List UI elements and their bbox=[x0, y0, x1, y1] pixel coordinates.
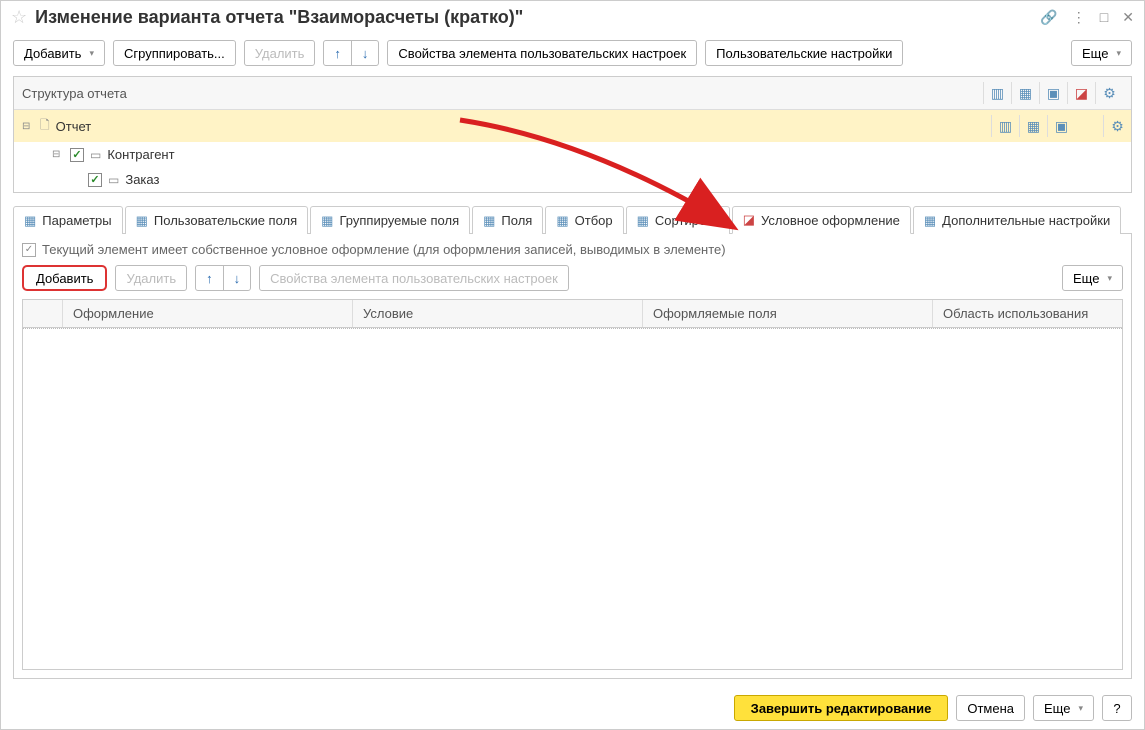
structure-tree: ⊟ 🗋 Отчет ▥ ▦ ▣ ◪ ⚙ ⊟ ✓ ▭ Контрагент bbox=[14, 110, 1131, 192]
table-check-column bbox=[23, 300, 63, 327]
fields-icon: ▦ bbox=[483, 213, 495, 229]
tab-sort[interactable]: ▦Сортировк bbox=[626, 206, 730, 234]
checkbox-checked-icon[interactable]: ✓ bbox=[88, 173, 102, 187]
col-fields: Оформляемые поля bbox=[643, 300, 933, 327]
arrow-up-icon: ↑ bbox=[206, 271, 213, 286]
star-icon[interactable]: ☆ bbox=[11, 7, 27, 28]
filter-icon: ▦ bbox=[556, 213, 568, 229]
checkbox-checked-icon[interactable]: ✓ bbox=[70, 148, 84, 162]
row-tool-3-icon[interactable]: ▣ bbox=[1047, 115, 1075, 137]
structure-tool-3-icon[interactable]: ▣ bbox=[1039, 82, 1067, 104]
tab-group-fields[interactable]: ▦Группируемые поля bbox=[310, 206, 470, 234]
tabs: ▦Параметры ▦Пользовательские поля ▦Групп… bbox=[13, 205, 1132, 234]
element-props-button[interactable]: Свойства элемента пользовательских настр… bbox=[387, 40, 697, 66]
sub-toolbar: Добавить Удалить ↑ ↓ Свойства элемента п… bbox=[22, 265, 1123, 291]
titlebar: ☆ Изменение варианта отчета "Взаиморасче… bbox=[1, 1, 1144, 34]
footer: Завершить редактирование Отмена Еще ? bbox=[1, 687, 1144, 729]
tab-user-fields[interactable]: ▦Пользовательские поля bbox=[125, 206, 309, 234]
tree-item-label: Заказ bbox=[125, 172, 159, 187]
col-scope: Область использования bbox=[933, 300, 1122, 327]
own-format-checkbox-row[interactable]: ✓ Текущий элемент имеет собственное усло… bbox=[22, 242, 1123, 257]
tree-row[interactable]: ✓ ▭ Заказ bbox=[14, 167, 1131, 192]
tab-content: ✓ Текущий элемент имеет собственное усло… bbox=[13, 234, 1132, 679]
col-condition: Условие bbox=[353, 300, 643, 327]
tab-filter[interactable]: ▦Отбор bbox=[545, 206, 623, 234]
row-tool-2-icon[interactable]: ▦ bbox=[1019, 115, 1047, 137]
row-tool-5-icon[interactable]: ⚙ bbox=[1103, 115, 1131, 137]
link-icon[interactable]: 🔗 bbox=[1040, 9, 1057, 26]
move-down-button[interactable]: ↓ bbox=[223, 265, 252, 291]
tab-conditional-format[interactable]: ◪Условное оформление bbox=[732, 206, 911, 234]
table-body-empty[interactable] bbox=[23, 328, 1122, 669]
structure-tool-1-icon[interactable]: ▥ bbox=[983, 82, 1011, 104]
tab-additional[interactable]: ▦Дополнительные настройки bbox=[913, 206, 1121, 234]
checkbox-checked-icon[interactable]: ✓ bbox=[22, 243, 36, 257]
element-props-button: Свойства элемента пользовательских настр… bbox=[259, 265, 569, 291]
finish-button[interactable]: Завершить редактирование bbox=[734, 695, 949, 721]
delete-format-button: Удалить bbox=[115, 265, 187, 291]
window-title: Изменение варианта отчета "Взаиморасчеты… bbox=[35, 7, 1032, 28]
collapse-icon[interactable]: ⊟ bbox=[52, 149, 64, 160]
tree-item-label: Контрагент bbox=[107, 147, 174, 162]
format-table: Оформление Условие Оформляемые поля Обла… bbox=[22, 299, 1123, 670]
params-icon: ▦ bbox=[24, 213, 36, 229]
tree-row[interactable]: ⊟ ✓ ▭ Контрагент bbox=[14, 142, 1131, 167]
tree-root-row[interactable]: ⊟ 🗋 Отчет ▥ ▦ ▣ ◪ ⚙ bbox=[14, 110, 1131, 142]
structure-tool-4-icon[interactable]: ◪ bbox=[1067, 82, 1095, 104]
grouping-icon: ▭ bbox=[90, 148, 101, 162]
user-fields-icon: ▦ bbox=[136, 213, 148, 229]
report-icon: 🗋 bbox=[40, 116, 50, 137]
format-icon: ◪ bbox=[743, 212, 755, 228]
group-fields-icon: ▦ bbox=[321, 213, 333, 229]
structure-tool-2-icon[interactable]: ▦ bbox=[1011, 82, 1039, 104]
grouping-icon: ▭ bbox=[108, 173, 119, 187]
own-format-label: Текущий элемент имеет собственное условн… bbox=[42, 242, 726, 257]
arrow-down-icon: ↓ bbox=[234, 271, 241, 286]
main-toolbar: Добавить Сгруппировать... Удалить ↑ ↓ Св… bbox=[1, 34, 1144, 72]
tab-params[interactable]: ▦Параметры bbox=[13, 206, 123, 234]
row-tool-1-icon[interactable]: ▥ bbox=[991, 115, 1019, 137]
structure-panel: Структура отчета ▥ ▦ ▣ ◪ ⚙ ⊟ 🗋 Отчет ▥ ▦… bbox=[13, 76, 1132, 193]
structure-tool-5-icon[interactable]: ⚙ bbox=[1095, 82, 1123, 104]
cancel-button[interactable]: Отмена bbox=[956, 695, 1025, 721]
more-button[interactable]: Еще bbox=[1071, 40, 1132, 66]
delete-button: Удалить bbox=[244, 40, 316, 66]
structure-header: Структура отчета bbox=[22, 86, 983, 101]
footer-more-button[interactable]: Еще bbox=[1033, 695, 1094, 721]
close-icon[interactable]: ✕ bbox=[1122, 9, 1134, 26]
sort-icon: ▦ bbox=[637, 213, 649, 229]
menu-icon[interactable]: ⋮ bbox=[1072, 9, 1086, 26]
more-button[interactable]: Еще bbox=[1062, 265, 1123, 291]
arrow-down-icon: ↓ bbox=[362, 46, 369, 61]
tab-fields[interactable]: ▦Поля bbox=[472, 206, 543, 234]
move-down-button[interactable]: ↓ bbox=[351, 40, 380, 66]
move-up-button[interactable]: ↑ bbox=[195, 265, 224, 291]
additional-icon: ▦ bbox=[924, 213, 936, 229]
add-format-button[interactable]: Добавить bbox=[22, 265, 107, 291]
maximize-icon[interactable]: □ bbox=[1100, 9, 1108, 26]
collapse-icon[interactable]: ⊟ bbox=[22, 121, 34, 132]
help-button[interactable]: ? bbox=[1102, 695, 1132, 721]
tree-root-label: Отчет bbox=[56, 119, 92, 134]
user-settings-button[interactable]: Пользовательские настройки bbox=[705, 40, 903, 66]
move-up-button[interactable]: ↑ bbox=[323, 40, 352, 66]
col-format: Оформление bbox=[63, 300, 353, 327]
add-button[interactable]: Добавить bbox=[13, 40, 105, 66]
arrow-up-icon: ↑ bbox=[334, 46, 341, 61]
group-button[interactable]: Сгруппировать... bbox=[113, 40, 236, 66]
